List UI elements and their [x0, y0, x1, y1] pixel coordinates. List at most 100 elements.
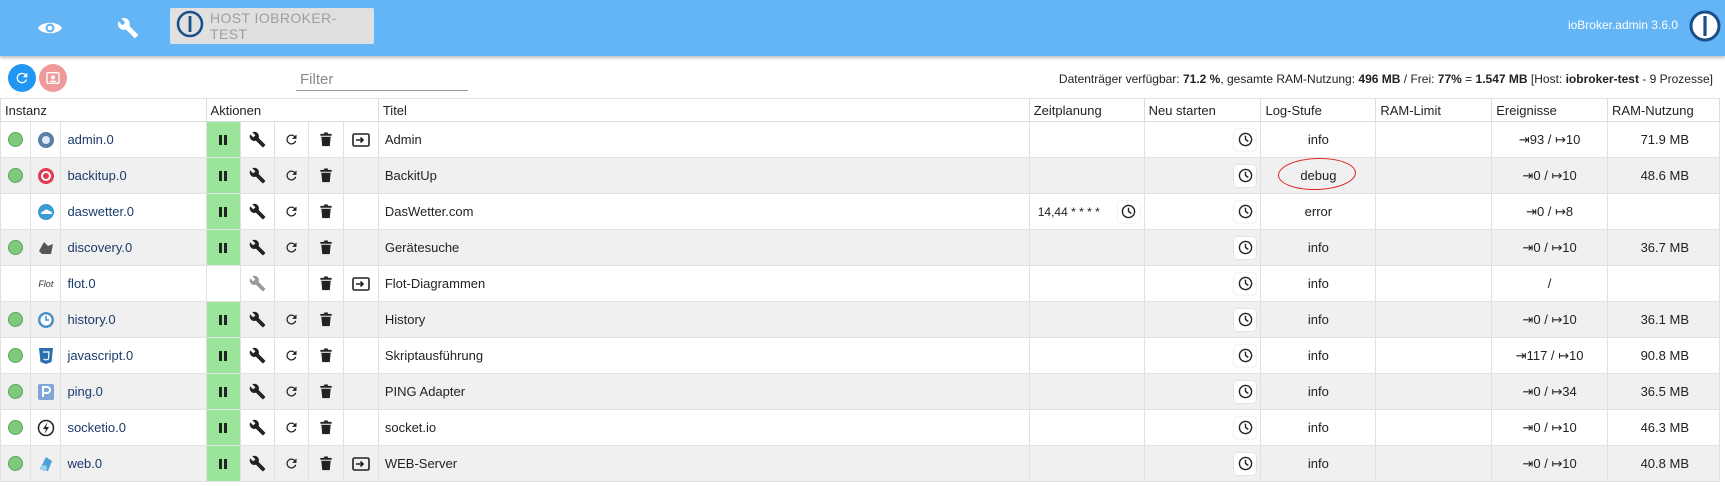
wrench-icon[interactable]	[108, 8, 148, 48]
log-level-cell[interactable]: debug	[1260, 156, 1377, 194]
pause-button[interactable]	[205, 409, 241, 446]
instance-name[interactable]: web.0	[60, 445, 207, 482]
restart-instance-button[interactable]	[274, 301, 310, 338]
settings-button[interactable]	[239, 157, 276, 194]
pause-button[interactable]	[205, 445, 241, 482]
wrench-icon	[241, 239, 274, 256]
instance-name[interactable]: socketio.0	[60, 409, 207, 446]
settings-button[interactable]	[239, 193, 276, 230]
instance-name[interactable]: javascript.0	[60, 337, 207, 374]
instance-name[interactable]: ping.0	[60, 373, 207, 410]
log-level-cell[interactable]: error	[1260, 193, 1377, 230]
wrench-icon	[241, 131, 274, 148]
restart-schedule-cell	[1143, 265, 1262, 302]
equals-sign: =	[1465, 72, 1473, 86]
instance-name[interactable]: discovery.0	[60, 229, 207, 266]
pause-button[interactable]	[205, 301, 241, 338]
restart-instance-button[interactable]	[274, 229, 310, 266]
settings-button[interactable]	[239, 229, 276, 266]
delete-button[interactable]	[308, 265, 344, 302]
restart-instance-button[interactable]	[274, 121, 310, 158]
restart-instance-button[interactable]	[274, 337, 310, 374]
instance-title: BackitUp	[377, 157, 1030, 194]
settings-button[interactable]	[239, 301, 276, 338]
events-cell: ⇥93 / ↦10	[1491, 121, 1609, 158]
restart-schedule-button[interactable]	[1234, 452, 1257, 475]
pause-button[interactable]	[205, 157, 241, 194]
header-events: Ereignisse	[1491, 98, 1609, 122]
trash-icon	[309, 384, 342, 399]
schedule-edit-button[interactable]	[1117, 200, 1140, 223]
status-indicator	[8, 240, 24, 255]
restart-instance-button[interactable]	[274, 265, 310, 302]
reload-icon	[275, 168, 308, 183]
ram-usage-cell	[1607, 265, 1720, 302]
restart-schedule-button[interactable]	[1234, 200, 1257, 223]
settings-button[interactable]	[239, 445, 276, 482]
settings-button[interactable]	[239, 265, 276, 302]
log-level-cell[interactable]: info	[1260, 229, 1377, 266]
restart-schedule-button[interactable]	[1234, 308, 1257, 331]
restart-schedule-button[interactable]	[1234, 128, 1257, 151]
open-in-new-icon	[344, 132, 378, 147]
delete-button[interactable]	[308, 337, 344, 374]
delete-button[interactable]	[308, 121, 344, 158]
restart-schedule-button[interactable]	[1234, 380, 1257, 403]
delete-button[interactable]	[308, 373, 344, 410]
delete-button[interactable]	[308, 193, 344, 230]
restart-instance-button[interactable]	[274, 193, 310, 230]
pause-button[interactable]	[205, 229, 241, 266]
settings-button[interactable]	[239, 409, 276, 446]
delete-button[interactable]	[308, 301, 344, 338]
settings-button[interactable]	[239, 337, 276, 374]
instance-name[interactable]: backitup.0	[60, 157, 207, 194]
wrench-icon	[241, 347, 274, 364]
clock-icon	[1238, 132, 1253, 147]
pause-button[interactable]	[205, 265, 241, 302]
instance-name[interactable]: history.0	[60, 301, 207, 338]
open-web-button[interactable]	[342, 445, 379, 482]
delete-button[interactable]	[308, 409, 344, 446]
instance-name[interactable]: admin.0	[60, 121, 207, 158]
pause-button[interactable]	[205, 121, 241, 158]
restart-instance-button[interactable]	[274, 409, 310, 446]
events-cell: ⇥0 / ↦10	[1491, 301, 1609, 338]
settings-button[interactable]	[239, 373, 276, 410]
open-web-button[interactable]	[342, 121, 379, 158]
open-web-button	[342, 409, 379, 446]
system-info: Datenträger verfügbar: 71.2 %, gesamte R…	[1059, 72, 1713, 86]
instances-table: Instanz Aktionen Titel Zeitplanung Neu s…	[0, 98, 1720, 482]
delete-button[interactable]	[308, 229, 344, 266]
log-level-cell[interactable]: info	[1260, 409, 1377, 446]
log-level-cell[interactable]: info	[1260, 373, 1377, 410]
restart-instance-button[interactable]	[274, 157, 310, 194]
delete-button[interactable]	[308, 445, 344, 482]
pause-button[interactable]	[205, 373, 241, 410]
restart-schedule-button[interactable]	[1234, 272, 1257, 295]
instance-name[interactable]: daswetter.0	[60, 193, 207, 230]
settings-button[interactable]	[239, 121, 276, 158]
log-level-cell[interactable]: info	[1260, 265, 1377, 302]
log-level-cell[interactable]: info	[1260, 301, 1377, 338]
restart-schedule-button[interactable]	[1234, 164, 1257, 187]
restart-schedule-button[interactable]	[1234, 344, 1257, 367]
expert-mode-button[interactable]	[39, 64, 67, 92]
restart-schedule-button[interactable]	[1234, 416, 1257, 439]
log-level-cell[interactable]: info	[1260, 121, 1377, 158]
host-selector[interactable]: HOST IOBROKER-TEST	[170, 8, 374, 44]
open-web-button[interactable]	[342, 265, 379, 302]
log-level-cell[interactable]: info	[1260, 337, 1377, 374]
log-level-cell[interactable]: info	[1260, 445, 1377, 482]
restart-schedule-button[interactable]	[1234, 236, 1257, 259]
eye-icon[interactable]	[30, 8, 70, 48]
filter-input[interactable]	[296, 68, 468, 91]
instance-name[interactable]: flot.0	[60, 265, 207, 302]
restart-schedule-cell	[1143, 121, 1262, 158]
refresh-button[interactable]	[8, 64, 36, 92]
restart-instance-button[interactable]	[274, 445, 310, 482]
pause-button[interactable]	[205, 337, 241, 374]
events-cell: ⇥0 / ↦34	[1491, 373, 1609, 410]
delete-button[interactable]	[308, 157, 344, 194]
pause-button[interactable]	[205, 193, 241, 230]
restart-instance-button[interactable]	[274, 373, 310, 410]
